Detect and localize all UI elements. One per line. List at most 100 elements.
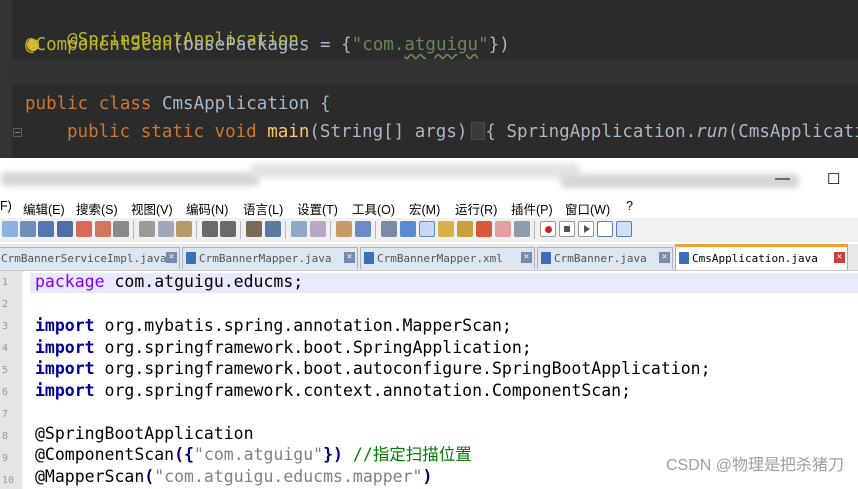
code-line-8: @SpringBootApplication [35,423,254,445]
line-number-margin: 1 2 3 4 5 6 7 8 9 10 [0,271,22,489]
folded-block-marker[interactable] [471,122,486,140]
menu-plugins[interactable]: 插件(P) [511,199,553,218]
paste-icon[interactable] [176,221,192,237]
indent-guide-icon[interactable] [419,221,435,237]
close-all-icon[interactable] [95,221,111,237]
toolbar [0,218,858,242]
save-all-icon[interactable] [57,221,73,237]
run-macro-multiple-icon[interactable] [597,221,613,237]
comment: //指定扫描位置 [342,445,472,464]
keyword: public [25,94,99,114]
replace-icon[interactable] [265,221,281,237]
tab-cmsapplication-java[interactable]: CmsApplication.java ✕ [675,244,848,270]
tab-crmbanner-java[interactable]: CrmBanner.java ✕ [537,247,673,269]
code-line-1: @SpringBootApplication [25,4,299,50]
fold-margin [22,271,24,489]
word-wrap-icon[interactable] [381,221,397,237]
minimize-button[interactable]: — [775,170,790,187]
zoom-out-icon[interactable] [310,221,326,237]
line-number: 5 [2,365,9,376]
annotation-name: omponentScan [46,35,173,55]
menu-language[interactable]: 语言(L) [243,199,283,218]
close-icon[interactable] [76,221,92,237]
tab-crmbannerserviceimpl[interactable]: CrmBannerServiceImpl.java ✕ [0,247,180,269]
cut-icon[interactable] [139,221,155,237]
string-literal: "com.atguigu.educms.mapper" [154,467,423,486]
find-icon[interactable] [246,221,262,237]
line-number: 6 [2,387,9,398]
tab-crmbannermapper-java[interactable]: CrmBannerMapper.java ✕ [182,247,358,269]
print-icon[interactable] [113,221,129,237]
tab-close-icon[interactable]: ✕ [344,252,355,263]
tab-close-icon[interactable]: ✕ [834,252,845,263]
function-list-icon[interactable] [476,221,492,237]
menu-encoding[interactable]: 编码(N) [186,199,228,218]
import-path: org.springframework.context.annotation.C… [94,381,632,400]
annotation-args-close: }) [488,35,510,55]
sync-horizontal-icon[interactable] [355,221,371,237]
doc-map-icon[interactable] [457,221,473,237]
method-name: main [267,122,310,142]
tab-crmbannermapper-xml[interactable]: CrmBannerMapper.xml ✕ [360,247,535,269]
line-number: 10 [2,475,15,486]
operator: ( [144,467,155,486]
play-macro-icon[interactable] [578,221,594,237]
file-icon [541,252,551,264]
line-number: 1 [2,277,9,288]
annotation: @SpringBootApplication [35,424,254,443]
menu-bar: F) 编辑(E) 搜索(S) 视图(V) 编码(N) 语言(L) 设置(T) 工… [0,196,858,218]
line-number: 2 [2,299,9,310]
call-target: SpringApplication. [495,122,697,142]
screenshot-divider [0,158,858,198]
tab-close-icon[interactable]: ✕ [166,252,177,263]
keyword: static [140,122,215,142]
tab-close-icon[interactable]: ✕ [659,252,670,263]
class-name: CmsApplication { [161,94,331,114]
menu-settings[interactable]: 设置(T) [297,199,338,218]
tab-label: CmsApplication.java [692,252,818,265]
stop-macro-icon[interactable] [559,221,575,237]
menu-file[interactable]: F) [0,199,12,213]
keyword: void [214,122,268,142]
code-line-1: package com.atguigu.educms; [35,271,303,293]
menu-help[interactable]: ? [626,199,633,213]
code-line-5: import org.springframework.boot.autoconf… [35,358,711,380]
keyword: import [35,359,95,378]
menu-window[interactable]: 窗口(W) [565,199,610,218]
menu-view[interactable]: 视图(V) [131,199,173,218]
menu-edit[interactable]: 编辑(E) [23,199,65,218]
save-macro-icon[interactable] [616,221,632,237]
call-args: (CmsApplicatio [727,122,858,142]
menu-search[interactable]: 搜索(S) [76,199,118,218]
operator: ) [422,467,433,486]
code-line-4: public class CmsApplication { [25,92,331,116]
copy-icon[interactable] [158,221,174,237]
maximize-button[interactable]: ☐ [827,170,840,188]
keyword: class [98,94,162,114]
monitoring-icon[interactable] [514,221,530,237]
folder-workspace-icon[interactable] [495,221,511,237]
undo-icon[interactable] [202,221,218,237]
new-file-icon[interactable] [2,221,18,237]
code-line-9: @ComponentScan({"com.atguigu"}) //指定扫描位置 [35,444,472,466]
menu-macro[interactable]: 宏(M) [409,199,440,218]
current-line-highlight [12,59,858,85]
code-line-10: @MapperScan("com.atguigu.educms.mapper") [35,466,432,488]
annotation: @MapperScan [35,467,145,486]
redo-icon[interactable] [220,221,236,237]
import-path: org.mybatis.spring.annotation.MapperScan… [94,316,512,335]
tab-close-icon[interactable]: ✕ [521,252,532,263]
dark-code-editor[interactable]: @SpringBootApplication @ComponentScan(ba… [0,0,858,163]
language-icon[interactable] [438,221,454,237]
open-file-icon[interactable] [20,221,36,237]
show-all-chars-icon[interactable] [400,221,416,237]
zoom-in-icon[interactable] [291,221,307,237]
sync-vertical-icon[interactable] [336,221,352,237]
fold-icon[interactable] [13,128,22,137]
menu-run[interactable]: 运行(R) [455,199,497,218]
save-icon[interactable] [38,221,54,237]
editor-gutter [0,0,12,163]
tab-label: CrmBanner.java [554,252,647,265]
menu-tools[interactable]: 工具(O) [352,199,395,218]
record-macro-icon[interactable] [540,221,556,237]
